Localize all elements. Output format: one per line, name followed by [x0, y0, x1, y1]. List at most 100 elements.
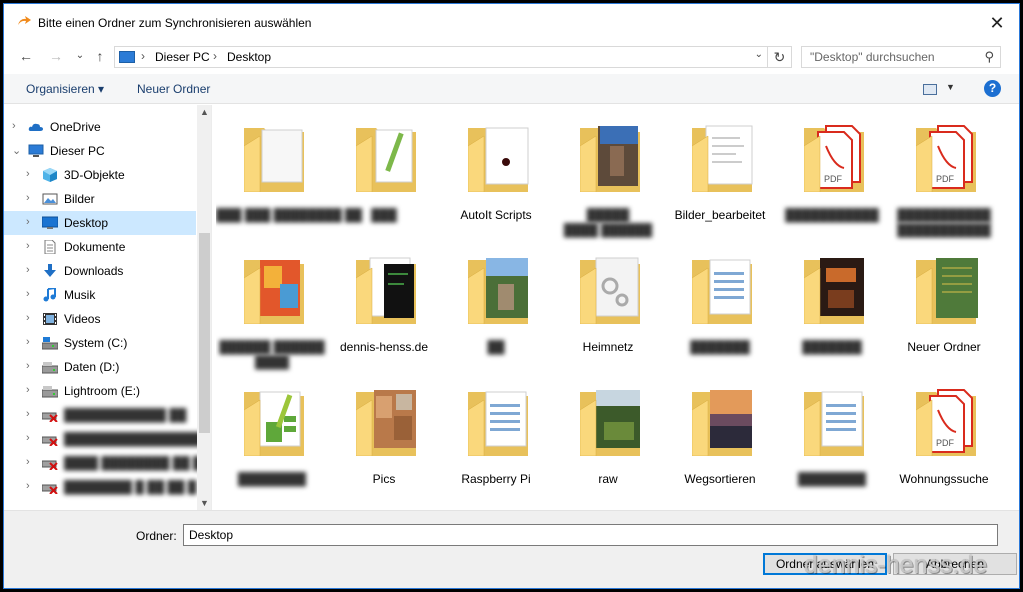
- nav-item-network-drive-12[interactable]: › ████████████ ██: [4, 403, 196, 427]
- recent-locations-dropdown[interactable]: ⌄: [70, 46, 90, 66]
- folder-contents-view: ███ ███ ████████ ██ ███ AutoIt Scripts █…: [216, 108, 1016, 510]
- folder-name: Wohnungssuche: [899, 472, 989, 486]
- folder-item[interactable]: PDF ███████████: [776, 108, 888, 236]
- folder-name: Neuer Ordner: [907, 340, 981, 354]
- nav-item-dieser-pc[interactable]: ⌄ Dieser PC: [4, 139, 196, 163]
- nav-item-network-drive-15[interactable]: › ████████ █ ██ ██ █: [4, 475, 196, 499]
- nav-item-daten-d[interactable]: › Daten (D:): [4, 355, 196, 379]
- folder-icon: [579, 122, 644, 193]
- chevron-right-icon[interactable]: ›: [26, 432, 30, 444]
- folder-item[interactable]: ██████ ██████ ████: [216, 240, 328, 369]
- nav-item-lightroom-e[interactable]: › Lightroom (E:): [4, 379, 196, 403]
- nav-item-system-c[interactable]: › System (C:): [4, 331, 196, 355]
- folder-item[interactable]: ███████: [664, 240, 776, 368]
- nav-item-desktop[interactable]: › Desktop: [4, 211, 196, 235]
- breadcrumb-desktop[interactable]: Desktop: [227, 50, 271, 64]
- help-button[interactable]: ?: [984, 80, 1001, 97]
- folder-icon: [243, 122, 308, 193]
- close-button[interactable]: ✕: [983, 10, 1011, 36]
- breadcrumb-dieser-pc[interactable]: Dieser PC: [155, 50, 210, 64]
- watermark: dennis-henss.de: [804, 551, 988, 579]
- nav-item-bilder[interactable]: › Bilder: [4, 187, 196, 211]
- folder-item[interactable]: PDF ███████████ ███████████: [888, 108, 1000, 237]
- nav-item-videos[interactable]: › Videos: [4, 307, 196, 331]
- folder-item[interactable]: ███: [328, 108, 440, 236]
- folder-item[interactable]: ██: [440, 240, 552, 368]
- address-bar[interactable]: › Dieser PC › Desktop ⌄: [114, 46, 768, 68]
- chevron-right-icon[interactable]: ›: [26, 384, 30, 396]
- search-icon[interactable]: ⚲: [984, 49, 994, 65]
- chevron-right-icon[interactable]: ›: [26, 216, 30, 228]
- chevron-right-icon[interactable]: ›: [26, 192, 30, 204]
- folder-item[interactable]: Raspberry Pi: [440, 372, 552, 500]
- chevron-right-icon[interactable]: ›: [12, 120, 16, 132]
- up-button[interactable]: ↑: [90, 46, 110, 66]
- chevron-right-icon[interactable]: ›: [26, 240, 30, 252]
- search-field[interactable]: "Desktop" durchsuchen ⚲: [801, 46, 1001, 68]
- folder-name-line2: ███████████: [897, 223, 991, 237]
- chevron-right-icon[interactable]: ›: [26, 480, 30, 492]
- folder-icon: [243, 254, 308, 325]
- computer-icon: [119, 51, 135, 63]
- folder-icon: [467, 254, 532, 325]
- folder-item[interactable]: ███████: [776, 240, 888, 368]
- scroll-down-icon[interactable]: ▼: [200, 498, 209, 508]
- chevron-down-icon[interactable]: ⌄: [12, 144, 21, 157]
- folder-item[interactable]: PDF Wohnungssuche: [888, 372, 1000, 500]
- nav-item-musik[interactable]: › Musik: [4, 283, 196, 307]
- organize-button[interactable]: Organisieren ▾: [26, 82, 104, 96]
- folder-item[interactable]: Neuer Ordner: [888, 240, 1000, 368]
- new-folder-button[interactable]: Neuer Ordner: [137, 82, 210, 96]
- chevron-right-icon[interactable]: ›: [26, 168, 30, 180]
- chevron-right-icon[interactable]: ›: [26, 312, 30, 324]
- forward-button[interactable]: →: [46, 46, 66, 66]
- scroll-up-icon[interactable]: ▲: [200, 107, 209, 117]
- chevron-down-icon[interactable]: ⌄: [755, 49, 763, 60]
- folder-icon: [803, 254, 868, 325]
- folder-name-line2: ████: [254, 355, 289, 369]
- back-button[interactable]: ←: [16, 46, 36, 66]
- download-icon: [42, 264, 58, 278]
- folder-name: █████: [586, 208, 630, 222]
- folder-item[interactable]: █████ ████ ██████: [552, 108, 664, 237]
- folder-item[interactable]: Pics: [328, 372, 440, 500]
- nav-item-network-drive-13[interactable]: › █████████████████ (: [4, 427, 211, 451]
- folder-item[interactable]: raw: [552, 372, 664, 500]
- view-options-icon[interactable]: [923, 84, 937, 95]
- nav-item-label: Dokumente: [64, 240, 126, 254]
- nav-item-label: Dieser PC: [50, 144, 105, 158]
- music-icon: [42, 286, 58, 302]
- chevron-right-icon[interactable]: ›: [26, 336, 30, 348]
- chevron-right-icon[interactable]: ›: [26, 456, 30, 468]
- navigation-pane-scrollbar[interactable]: ▲ ▼: [197, 105, 211, 510]
- refresh-button[interactable]: ↻: [768, 46, 792, 68]
- folder-icon: [691, 254, 756, 325]
- folder-icon: [467, 386, 532, 457]
- folder-icon: [803, 386, 868, 457]
- folder-item[interactable]: ████████: [776, 372, 888, 500]
- folder-name-input[interactable]: [183, 524, 998, 546]
- chevron-right-icon[interactable]: ›: [26, 264, 30, 276]
- nav-item-3d-objekte[interactable]: › 3D-Objekte: [4, 163, 196, 187]
- folder-item[interactable]: AutoIt Scripts: [440, 108, 552, 236]
- scrollbar-thumb[interactable]: [199, 233, 210, 433]
- folder-item[interactable]: Wegsortieren: [664, 372, 776, 500]
- nav-item-dokumente[interactable]: › Dokumente: [4, 235, 196, 259]
- folder-name: ██: [487, 340, 505, 354]
- nav-item-label: Videos: [64, 312, 101, 326]
- folder-item[interactable]: ███ ███ ████████ ██: [216, 108, 362, 236]
- folder-item[interactable]: Heimnetz: [552, 240, 664, 368]
- chevron-right-icon[interactable]: ›: [26, 360, 30, 372]
- folder-name: dennis-henss.de: [339, 340, 429, 354]
- nav-item-network-drive-14[interactable]: › ████ ████████ ██ █ (: [4, 451, 209, 475]
- nav-item-downloads[interactable]: › Downloads: [4, 259, 196, 283]
- chevron-right-icon[interactable]: ›: [26, 288, 30, 300]
- nav-item-onedrive[interactable]: › OneDrive: [4, 115, 196, 139]
- folder-item[interactable]: dennis-henss.de: [328, 240, 440, 368]
- folder-item[interactable]: Bilder_bearbeitet: [664, 108, 776, 236]
- folder-icon: [355, 122, 420, 193]
- view-options-dropdown-icon[interactable]: ▼: [946, 82, 955, 92]
- folder-item[interactable]: ████████: [216, 372, 328, 500]
- network-drive-disconnected-icon: [41, 408, 58, 423]
- chevron-right-icon[interactable]: ›: [26, 408, 30, 420]
